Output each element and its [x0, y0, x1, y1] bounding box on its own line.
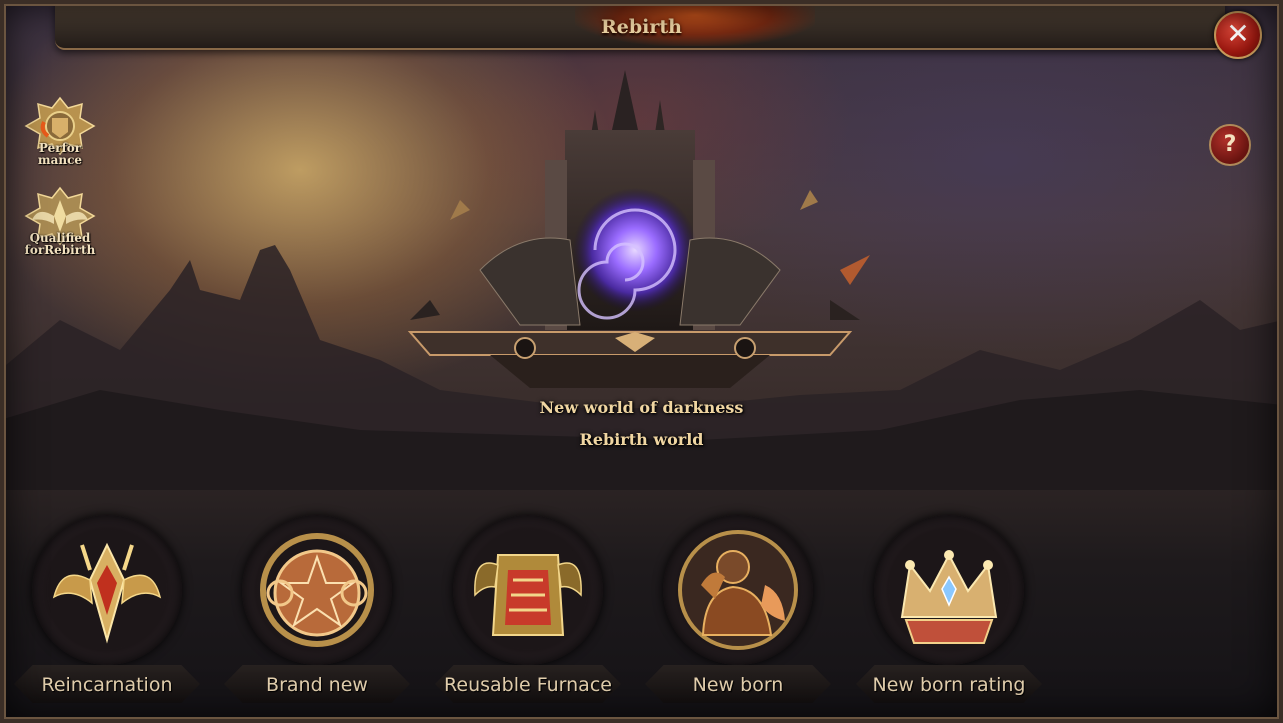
feature-new-born[interactable]: New born [633, 515, 843, 705]
performance-button[interactable]: Perfor mance [20, 96, 100, 166]
feature-reusable-furnace[interactable]: Reusable Furnace [423, 515, 633, 705]
help-button[interactable]: ? [1209, 124, 1251, 166]
crown-icon [900, 550, 998, 644]
feature-label: New born [692, 674, 784, 696]
warrior-portrait-icon [678, 530, 798, 650]
window-title: Rebirth [601, 16, 682, 38]
qualified-for-rebirth-button[interactable]: Qualified forRebirth [20, 186, 100, 256]
feature-label: Brand new [266, 674, 368, 696]
feature-reincarnation[interactable]: Reincarnation [2, 515, 212, 705]
feature-label: Reincarnation [41, 674, 173, 696]
rebirth-window: Rebirth ✕ ? Perfor mance Qualified forRe… [0, 0, 1283, 723]
qualified-label-2: forRebirth [24, 243, 96, 257]
world-subtitle: New world of darkness [539, 398, 744, 417]
feature-brand-new[interactable]: Brand new [212, 515, 422, 705]
close-button[interactable]: ✕ [1214, 11, 1262, 59]
rebirth-world-portal[interactable] [370, 70, 890, 390]
close-icon: ✕ [1226, 17, 1250, 50]
magic-circle-icon [260, 533, 374, 647]
winged-helmet-icon [52, 542, 162, 644]
feature-label: New born rating [872, 674, 1026, 696]
feature-new-born-rating[interactable]: New born rating [844, 515, 1054, 705]
help-icon: ? [1223, 132, 1237, 157]
armor-furnace-icon [474, 554, 582, 636]
feature-label: Reusable Furnace [444, 674, 612, 696]
performance-label-2: mance [37, 153, 83, 167]
world-name-label[interactable]: Rebirth world [0, 430, 1283, 449]
